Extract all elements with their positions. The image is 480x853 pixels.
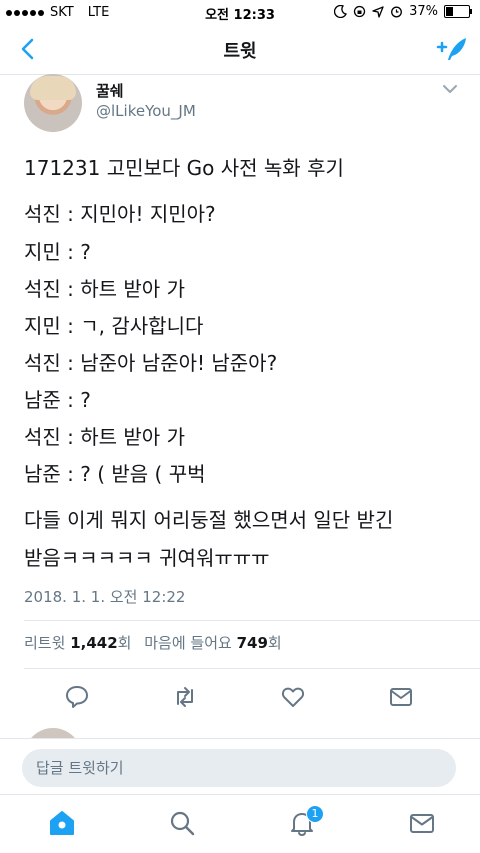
status-right: 37% — [334, 4, 472, 19]
like-unit: 회 — [267, 634, 282, 652]
retweet-icon[interactable] — [172, 684, 198, 710]
tweet-line: 지민 : ? — [24, 240, 91, 264]
divider — [24, 620, 480, 621]
reply-bar — [0, 738, 480, 795]
reply-icon[interactable] — [64, 684, 90, 710]
reply-input[interactable] — [22, 749, 456, 787]
avatar[interactable] — [24, 74, 82, 132]
tweet-line: 석진 : 하트 받아 가 — [24, 277, 185, 301]
tweet-line: 지민 : ㄱ, 감사합니다 — [24, 314, 204, 338]
tweet-timestamp[interactable]: 2018. 1. 1. 오전 12:22 — [24, 586, 185, 607]
display-name[interactable]: 꿀쉐 — [96, 80, 124, 101]
retweets-stat[interactable]: 리트윗 1,442회 — [24, 634, 136, 652]
tweet-line: 석진 : 지민아! 지민아? — [24, 202, 216, 226]
tweet-actions — [0, 680, 480, 720]
alarm-icon — [391, 6, 403, 18]
tweet-line: 석진 : 하트 받아 가 — [24, 425, 185, 449]
compose-tweet-icon[interactable] — [434, 34, 468, 64]
retweet-count: 1,442 — [70, 634, 118, 652]
dnd-moon-icon — [334, 5, 348, 18]
tweet-line: 남준 : ? — [24, 388, 91, 412]
likes-stat[interactable]: 마음에 들어요 749회 — [144, 634, 281, 652]
divider — [24, 668, 480, 669]
retweet-label: 리트윗 — [24, 634, 66, 652]
notification-badge: 1 — [306, 805, 324, 823]
engagement-stats: 리트윗 1,442회 마음에 들어요 749회 — [24, 632, 282, 653]
like-count: 749 — [236, 634, 268, 652]
navigation-bar: 트윗 — [0, 26, 480, 75]
search-icon[interactable] — [168, 809, 196, 837]
battery-icon — [444, 5, 472, 18]
tab-bar: 1 — [0, 794, 480, 853]
chevron-down-icon[interactable] — [442, 84, 458, 94]
home-icon[interactable] — [48, 809, 76, 837]
tweet-line: 다들 이게 뭐지 어리둥절 했으면서 일단 받긴 — [24, 508, 394, 532]
messages-envelope-icon[interactable] — [408, 809, 436, 837]
user-handle[interactable]: @lLikeYou_JM — [96, 102, 196, 120]
battery-percent: 37% — [409, 4, 438, 19]
tweet-line: 171231 고민보다 Go 사전 녹화 후기 — [24, 156, 344, 180]
retweet-unit: 회 — [117, 634, 132, 652]
direct-message-icon[interactable] — [388, 684, 414, 710]
page-title: 트윗 — [223, 41, 257, 62]
rotation-lock-icon — [353, 5, 366, 18]
tweet-line: 남준 : ? ( 받음 ( 꾸벅 — [24, 462, 206, 486]
tweet-detail-screen: SKT LTE 오전 12:33 37% 트윗 꿀쉐 @lLikeYou_JM … — [0, 0, 480, 853]
status-bar: SKT LTE 오전 12:33 37% — [0, 0, 480, 26]
like-heart-icon[interactable] — [280, 684, 306, 710]
location-icon — [372, 5, 384, 18]
like-label: 마음에 들어요 — [144, 634, 232, 652]
tweet-line: 석진 : 남준아 남준아! 남준아? — [24, 351, 278, 375]
tweet-line: 받음ㅋㅋㅋㅋㅋ 귀여워ㅠㅠㅠ — [24, 546, 270, 570]
